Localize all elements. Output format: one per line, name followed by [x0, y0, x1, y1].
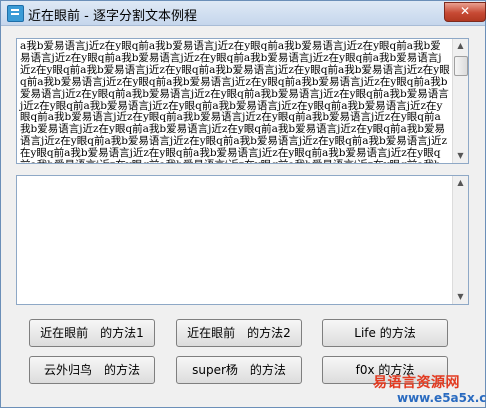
scroll-up-icon[interactable]: ▲ [453, 39, 468, 53]
watermark-text: 易语言资源网 [373, 375, 460, 391]
watermark-url: www.e5a5x.com [397, 391, 486, 405]
title-bar[interactable]: 近在眼前 - 逐字分割文本例程 ✕ [1, 1, 486, 26]
source-text-content: a我b爱易语言j近z在y眼q前a我b爱易语言j近z在y眼q前a我b爱易语言j近z… [20, 40, 450, 163]
main-window: 近在眼前 - 逐字分割文本例程 ✕ a我b爱易语言j近z在y眼q前a我b爱易语言… [0, 0, 486, 408]
super-yang-method-button[interactable]: super杨 的方法 [176, 356, 302, 384]
scroll-up-icon[interactable]: ▲ [453, 176, 468, 190]
close-button[interactable]: ✕ [444, 2, 486, 22]
life-method-button[interactable]: Life 的方法 [322, 319, 448, 347]
scroll-down-icon[interactable]: ▼ [453, 149, 468, 163]
method-2-button[interactable]: 近在眼前 的方法2 [176, 319, 302, 347]
source-text-box[interactable]: a我b爱易语言j近z在y眼q前a我b爱易语言j近z在y眼q前a我b爱易语言j近z… [16, 38, 469, 164]
scroll-down-icon[interactable]: ▼ [453, 290, 468, 304]
window-title: 近在眼前 - 逐字分割文本例程 [28, 9, 197, 24]
result-text-box[interactable]: ▲ ▼ [16, 175, 469, 305]
app-icon [7, 5, 24, 22]
scroll-thumb[interactable] [454, 56, 468, 76]
method-1-button[interactable]: 近在眼前 的方法1 [29, 319, 155, 347]
source-text-scrollbar[interactable]: ▲ ▼ [452, 39, 468, 163]
result-text-scrollbar[interactable]: ▲ ▼ [452, 176, 468, 304]
yunwaiguiniao-method-button[interactable]: 云外归鸟 的方法 [29, 356, 155, 384]
